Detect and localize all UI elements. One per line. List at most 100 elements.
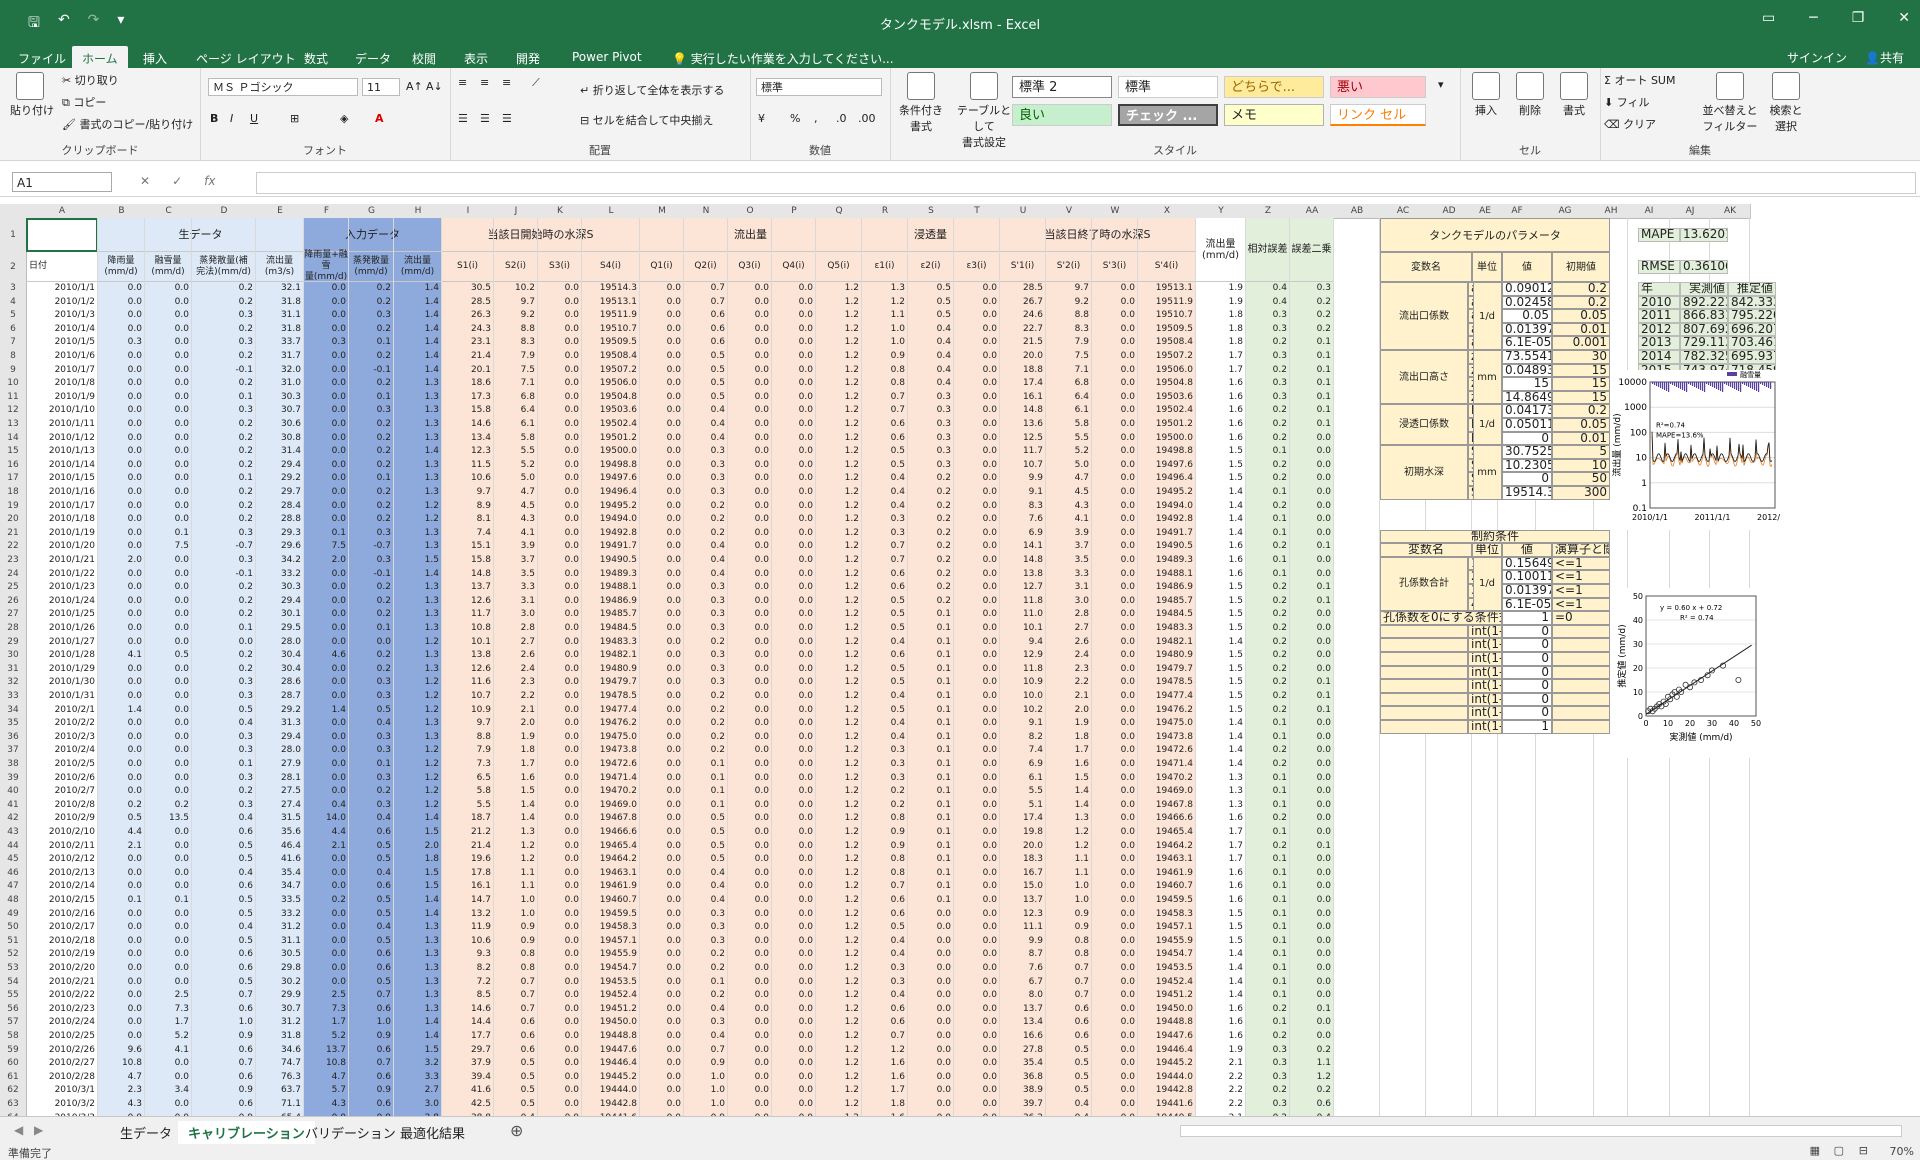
- table-cell[interactable]: 0.5: [349, 853, 394, 865]
- table-cell[interactable]: 27.5: [256, 785, 304, 797]
- table-cell[interactable]: 0.3: [684, 581, 728, 593]
- table-cell[interactable]: 0.1: [1290, 676, 1334, 688]
- table-cell[interactable]: 0.4: [862, 472, 908, 484]
- table-cell[interactable]: 19467.8: [582, 812, 640, 824]
- table-cell[interactable]: 0.0: [908, 1030, 954, 1042]
- table-cell[interactable]: 0.0: [304, 853, 349, 865]
- table-cell[interactable]: 2010/2/14: [26, 880, 98, 892]
- table-cell[interactable]: 9.1: [1000, 717, 1046, 729]
- params-value[interactable]: 0.09012: [1502, 282, 1552, 296]
- table-cell[interactable]: 3.9: [1046, 527, 1092, 539]
- table-cell[interactable]: 0.1: [908, 744, 954, 756]
- table-cell[interactable]: 0.4: [304, 799, 349, 811]
- table-cell[interactable]: 0.0: [98, 636, 145, 648]
- table-cell[interactable]: 1.2: [816, 935, 862, 947]
- table-cell[interactable]: 0.0: [538, 323, 582, 335]
- table-cell[interactable]: 29.6: [256, 540, 304, 552]
- table-cell[interactable]: 0.1: [908, 663, 954, 675]
- table-cell[interactable]: 0.2: [1246, 622, 1290, 634]
- table-cell[interactable]: 7.5: [304, 540, 349, 552]
- table-cell[interactable]: 0.6: [349, 1098, 394, 1110]
- table-cell[interactable]: 0.0: [640, 472, 684, 484]
- table-cell[interactable]: 1.4: [1196, 744, 1246, 756]
- row-header[interactable]: 35: [0, 717, 27, 732]
- table-cell[interactable]: 0.0: [640, 935, 684, 947]
- table-cell[interactable]: 1.2: [816, 336, 862, 348]
- table-cell[interactable]: 0.1: [908, 690, 954, 702]
- params-value[interactable]: 19514.3: [1502, 486, 1552, 500]
- table-cell[interactable]: 9.9: [1000, 472, 1046, 484]
- table-cell[interactable]: 2010/1/19: [26, 527, 98, 539]
- table-cell[interactable]: 19496.4: [1138, 472, 1196, 484]
- table-cell[interactable]: 1.3: [394, 527, 442, 539]
- table-cell[interactable]: 0.0: [640, 799, 684, 811]
- table-cell[interactable]: 0.0: [954, 1016, 1000, 1028]
- table-cell[interactable]: 0.0: [954, 744, 1000, 756]
- table-cell[interactable]: 0.0: [538, 853, 582, 865]
- row-header[interactable]: 31: [0, 662, 27, 678]
- table-cell[interactable]: 0.1: [1246, 527, 1290, 539]
- table-cell[interactable]: 13.4: [1000, 1016, 1046, 1028]
- table-cell[interactable]: 0.5: [145, 649, 192, 661]
- table-cell[interactable]: 7.5: [145, 540, 192, 552]
- table-cell[interactable]: 0.5: [862, 595, 908, 607]
- table-cell[interactable]: 2010/1/15: [26, 472, 98, 484]
- table-cell[interactable]: 0.0: [538, 282, 582, 294]
- table-cell[interactable]: 3.3: [1046, 568, 1092, 580]
- table-cell[interactable]: 0.0: [145, 296, 192, 308]
- table-cell[interactable]: 19463.1: [1138, 853, 1196, 865]
- table-cell[interactable]: 0.0: [728, 758, 772, 770]
- table-cell[interactable]: 30.7: [256, 404, 304, 416]
- table-cell[interactable]: 0.0: [1092, 962, 1138, 974]
- table-cell[interactable]: 0.4: [684, 568, 728, 580]
- params-value[interactable]: 0.04893: [1502, 363, 1552, 378]
- table-cell[interactable]: 0.1: [908, 731, 954, 743]
- table-cell[interactable]: 0.0: [304, 459, 349, 471]
- column-header[interactable]: AE: [1472, 204, 1499, 219]
- table-cell[interactable]: 71.1: [256, 1098, 304, 1110]
- table-cell[interactable]: 41.6: [256, 853, 304, 865]
- table-cell[interactable]: 1.2: [1046, 826, 1092, 838]
- table-cell[interactable]: 1.0: [349, 1016, 394, 1028]
- table-cell[interactable]: 0.0: [538, 418, 582, 430]
- row-header[interactable]: 10: [0, 377, 27, 392]
- table-cell[interactable]: 0.0: [538, 785, 582, 797]
- row-header[interactable]: 24: [0, 567, 27, 583]
- minimize-icon[interactable]: ─: [1809, 10, 1817, 26]
- table-cell[interactable]: 0.2: [349, 663, 394, 675]
- row-header[interactable]: 45: [0, 853, 27, 868]
- table-cell[interactable]: 7.1: [494, 377, 538, 389]
- column-header[interactable]: H: [394, 204, 443, 219]
- table-cell[interactable]: 0.2: [304, 894, 349, 906]
- table-cell[interactable]: 19471.4: [582, 772, 640, 784]
- table-cell[interactable]: 1.2: [816, 731, 862, 743]
- table-cell[interactable]: 0.0: [728, 350, 772, 362]
- table-cell[interactable]: 0.0: [304, 622, 349, 634]
- table-cell[interactable]: 0.3: [862, 513, 908, 525]
- table-cell[interactable]: 0.1: [145, 527, 192, 539]
- table-cell[interactable]: 4.5: [1046, 486, 1092, 498]
- table-cell[interactable]: 19506.0: [1138, 364, 1196, 376]
- formula-input[interactable]: [256, 172, 1916, 194]
- table-cell[interactable]: 0.6: [1046, 1016, 1092, 1028]
- table-cell[interactable]: 1.4: [1196, 486, 1246, 498]
- table-cell[interactable]: 1.8: [1196, 309, 1246, 321]
- table-cell[interactable]: 6.9: [1000, 758, 1046, 770]
- table-cell[interactable]: 3.4: [145, 1084, 192, 1096]
- table-cell[interactable]: 0.2: [1246, 459, 1290, 471]
- table-cell[interactable]: 0.1: [684, 772, 728, 784]
- table-cell[interactable]: 3.3: [494, 581, 538, 593]
- params-value[interactable]: 0: [1502, 472, 1552, 486]
- table-cell[interactable]: 0.0: [145, 309, 192, 321]
- table-cell[interactable]: 0.1: [908, 608, 954, 620]
- table-cell[interactable]: 0.0: [145, 908, 192, 920]
- table-cell[interactable]: 0.0: [538, 935, 582, 947]
- table-cell[interactable]: 0.0: [640, 948, 684, 960]
- table-cell[interactable]: 0.0: [1092, 826, 1138, 838]
- table-cell[interactable]: 0.2: [1246, 704, 1290, 716]
- table-cell[interactable]: 0.2: [349, 608, 394, 620]
- table-cell[interactable]: 16.7: [1000, 867, 1046, 879]
- params-value[interactable]: 0: [1502, 431, 1552, 446]
- table-cell[interactable]: 31.3: [256, 717, 304, 729]
- table-cell[interactable]: 1.3: [494, 826, 538, 838]
